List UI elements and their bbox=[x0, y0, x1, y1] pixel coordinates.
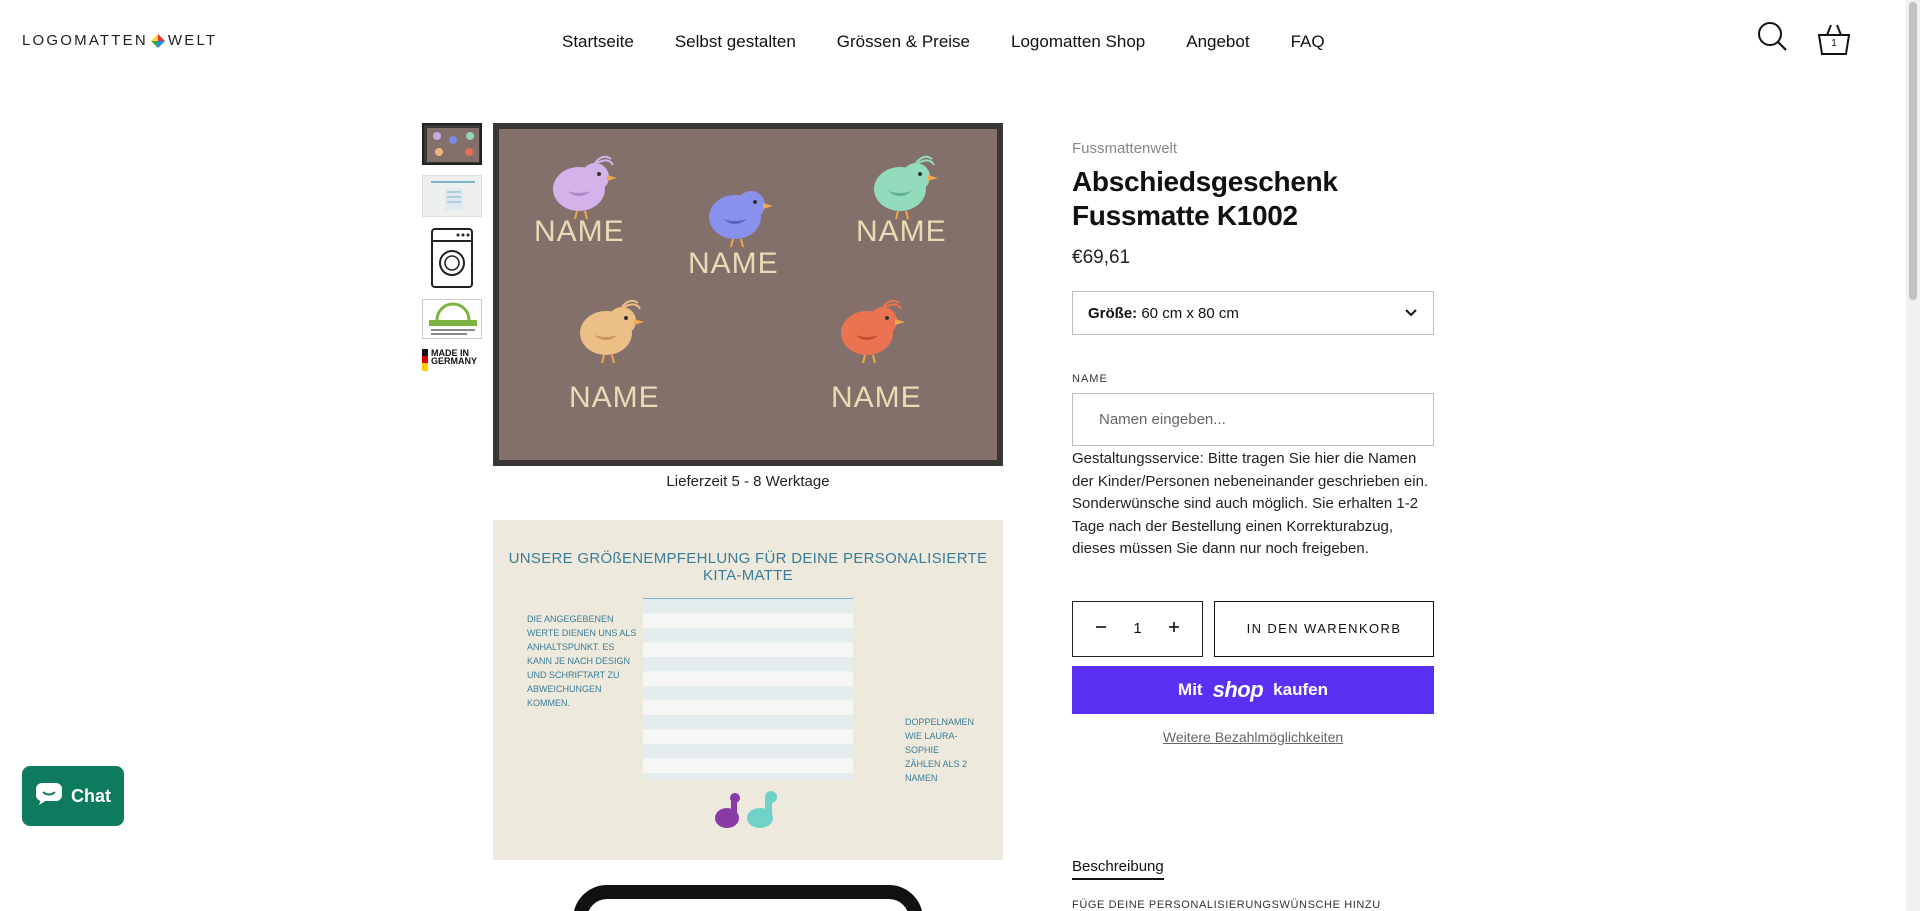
nav-startseite[interactable]: Startseite bbox=[562, 32, 634, 52]
bird-blue-illustration bbox=[709, 191, 773, 248]
description-heading: FÜGE DEINE PERSONALISIERUNGSWÜNSCHE HINZ… bbox=[1072, 899, 1381, 911]
shop-pay-suffix: kaufen bbox=[1273, 679, 1328, 699]
shop-pay-button[interactable]: Mit shop kaufen bbox=[1072, 665, 1434, 714]
size-chart-image[interactable]: UNSERE GRÖßENEMPFEHLUNG FÜR DEINE PERSON… bbox=[493, 520, 1003, 860]
size-chart-note-2: DOPPELNAMEN WIE LAURA-SOPHIE ZÄHLEN ALS … bbox=[905, 717, 975, 783]
page-scrollbar[interactable] bbox=[1906, 0, 1920, 911]
chat-bubble-icon bbox=[35, 782, 63, 811]
chat-button[interactable]: Chat bbox=[22, 766, 124, 826]
main-nav: Startseite Selbst gestalten Grössen & Pr… bbox=[562, 32, 1325, 52]
logo-text-right: WELT bbox=[167, 32, 218, 49]
thumbnail-washing-machine[interactable] bbox=[422, 227, 482, 289]
site-logo[interactable]: LOGOMATTEN WELT bbox=[22, 32, 217, 49]
thumbnail-size-chart[interactable] bbox=[422, 175, 482, 217]
logo-mark-icon bbox=[150, 33, 165, 48]
dinosaur-illustration bbox=[715, 791, 777, 828]
delivery-time-caption: Lieferzeit 5 - 8 Werktage bbox=[666, 473, 830, 490]
logo-text-left: LOGOMATTEN bbox=[22, 32, 148, 49]
nav-selbst-gestalten[interactable]: Selbst gestalten bbox=[675, 32, 796, 52]
bird-green-illustration bbox=[874, 155, 938, 220]
nav-faq[interactable]: FAQ bbox=[1291, 32, 1325, 52]
shop-pay-prefix: Mit bbox=[1178, 679, 1203, 699]
name-field-wrapper bbox=[1072, 393, 1434, 446]
size-select[interactable]: Größe: 60 cm x 80 cm bbox=[1072, 291, 1434, 335]
made-in-germany-label: MADE IN GERMANY bbox=[431, 349, 478, 366]
size-chart-note: DIE ANGEGEBENEN WERTE DIENEN UNS ALS ANH… bbox=[527, 614, 637, 708]
product-title: Abschiedsgeschenk Fussmatte K1002 bbox=[1072, 165, 1434, 233]
quantity-value[interactable]: 1 bbox=[1133, 620, 1141, 637]
bird-purple-illustration bbox=[553, 155, 617, 220]
main-product-image[interactable]: NAME NAME NAME NAME NAME bbox=[493, 123, 1003, 466]
plus-icon[interactable] bbox=[1168, 620, 1180, 637]
third-product-image[interactable] bbox=[573, 885, 923, 911]
bird-red-illustration bbox=[841, 299, 905, 364]
mat-design: NAME NAME NAME NAME NAME bbox=[499, 129, 997, 460]
search-icon[interactable] bbox=[1756, 20, 1788, 57]
mat-name-2: NAME bbox=[688, 247, 779, 280]
size-chart-table bbox=[643, 598, 853, 780]
product-vendor[interactable]: Fussmattenwelt bbox=[1072, 140, 1434, 157]
thumbnail-made-in-germany[interactable]: MADE IN GERMANY bbox=[422, 349, 482, 371]
tab-description[interactable]: Beschreibung bbox=[1072, 858, 1164, 880]
nav-groessen-preise[interactable]: Grössen & Preise bbox=[837, 32, 970, 52]
bird-orange-illustration bbox=[580, 299, 644, 364]
chat-label: Chat bbox=[71, 785, 111, 806]
size-label: Größe: bbox=[1088, 304, 1138, 322]
site-header: LOGOMATTEN WELT Startseite Selbst gestal… bbox=[0, 0, 1906, 84]
product-price: €69,61 bbox=[1072, 247, 1131, 268]
design-service-help-text: Gestaltungsservice: Bitte tragen Sie hie… bbox=[1072, 450, 1429, 557]
thumbnail-textile-certificate[interactable] bbox=[422, 299, 482, 339]
buy-row: 1 IN DEN WARENKORB bbox=[1072, 600, 1434, 657]
thumbnail-birds-mat[interactable] bbox=[422, 123, 482, 165]
mat-name-4: NAME bbox=[569, 381, 660, 414]
mat-name-5: NAME bbox=[831, 381, 922, 414]
product-title-line-2: Fussmatte K1002 bbox=[1072, 200, 1298, 231]
name-input[interactable] bbox=[1099, 411, 1407, 428]
nav-angebot[interactable]: Angebot bbox=[1186, 32, 1249, 52]
minus-icon[interactable] bbox=[1095, 620, 1107, 637]
name-field-label: NAME bbox=[1072, 373, 1108, 385]
product-title-line-1: Abschiedsgeschenk bbox=[1072, 166, 1338, 197]
size-chart-title: UNSERE GRÖßENEMPFEHLUNG FÜR DEINE PERSON… bbox=[508, 550, 988, 584]
size-select-text: Größe: 60 cm x 80 cm bbox=[1088, 305, 1239, 322]
quantity-stepper: 1 bbox=[1072, 600, 1203, 657]
product-gallery: NAME NAME NAME NAME NAME Lieferzeit 5 - … bbox=[493, 123, 1003, 911]
shop-pay-logo: shop bbox=[1212, 676, 1264, 702]
thumbnail-list: MADE IN GERMANY bbox=[422, 123, 484, 381]
nav-logomatten-shop[interactable]: Logomatten Shop bbox=[1011, 32, 1145, 52]
cart-count: 1 bbox=[1831, 37, 1837, 49]
product-info: Fussmattenwelt Abschiedsgeschenk Fussmat… bbox=[1072, 140, 1434, 745]
header-actions: 1 bbox=[1756, 20, 1852, 57]
scrollbar-thumb[interactable] bbox=[1909, 2, 1917, 300]
mat-name-3: NAME bbox=[856, 215, 947, 248]
more-payment-options-link[interactable]: Weitere Bezahlmöglichkeiten bbox=[1072, 729, 1434, 745]
basket-icon[interactable]: 1 bbox=[1816, 21, 1852, 57]
chevron-down-icon bbox=[1404, 305, 1418, 322]
size-value: 60 cm x 80 cm bbox=[1141, 304, 1239, 322]
add-to-cart-button[interactable]: IN DEN WARENKORB bbox=[1214, 600, 1434, 657]
mat-name-1: NAME bbox=[534, 215, 625, 248]
